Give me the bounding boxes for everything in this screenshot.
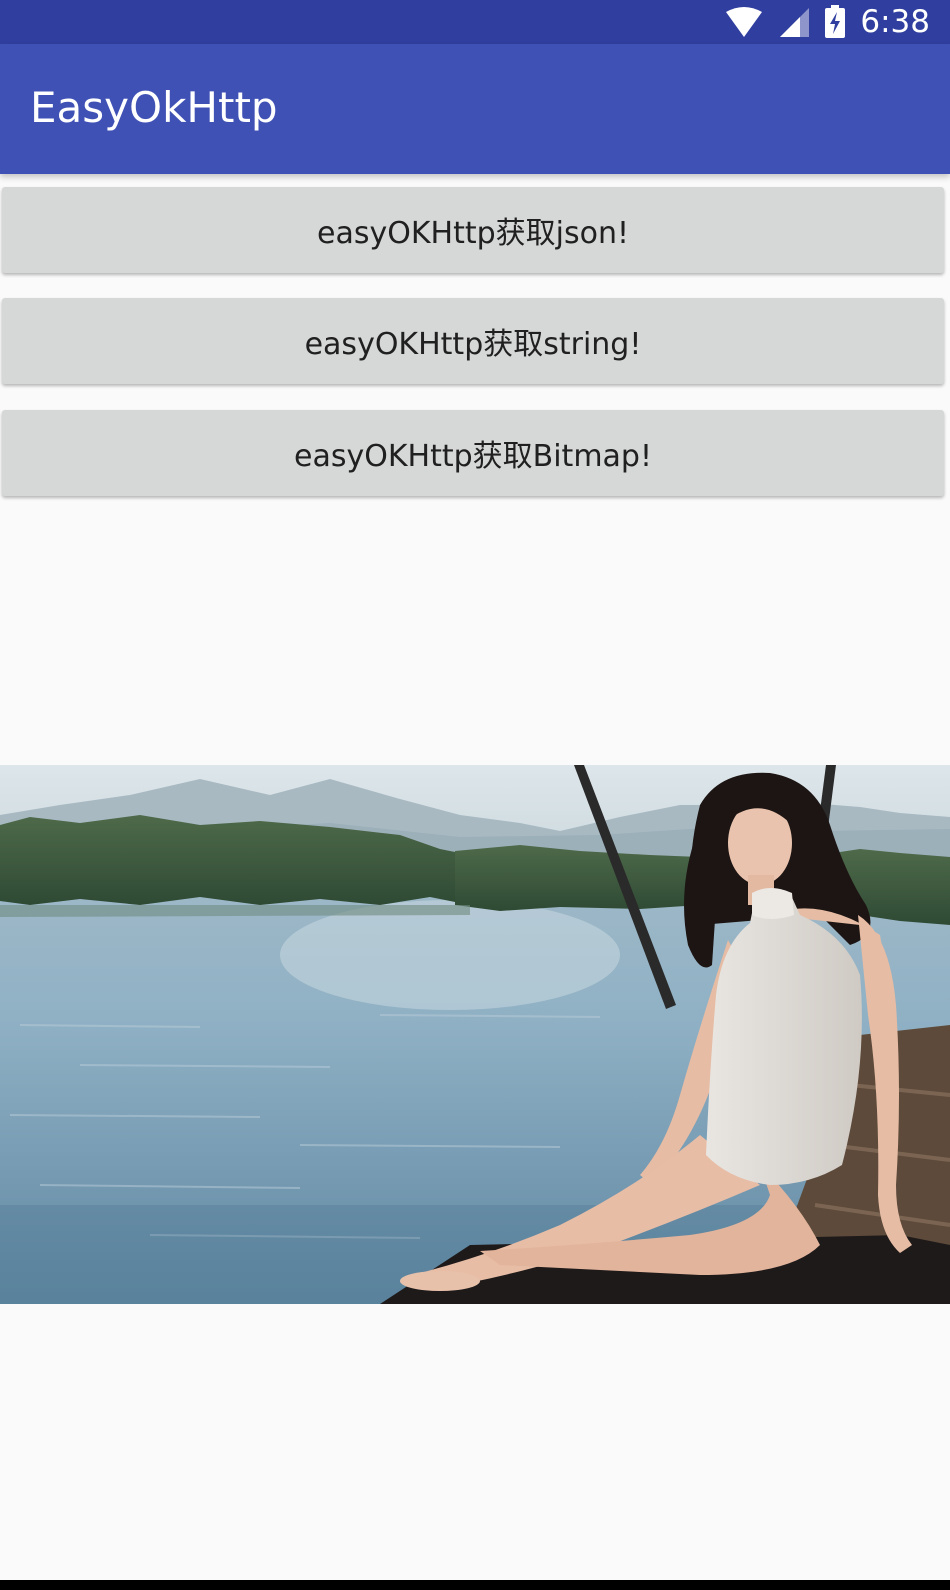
status-time: 6:38 [860,3,930,40]
get-string-button[interactable]: easyOKHttp获取string! [2,298,944,384]
photo-woman-lakeside-pier [0,765,950,1304]
navigation-bar [0,1580,950,1590]
wifi-icon [724,6,764,38]
app-bar: EasyOkHttp [0,44,950,174]
battery-charging-icon [824,5,846,39]
status-icons: 6:38 [724,0,930,44]
loaded-bitmap-image [0,765,950,1304]
get-json-button[interactable]: easyOKHttp获取json! [2,187,944,273]
status-bar: 6:38 [0,0,950,44]
get-bitmap-button[interactable]: easyOKHttp获取Bitmap! [2,410,944,496]
cell-signal-icon [778,6,810,38]
app-title: EasyOkHttp [30,83,278,132]
